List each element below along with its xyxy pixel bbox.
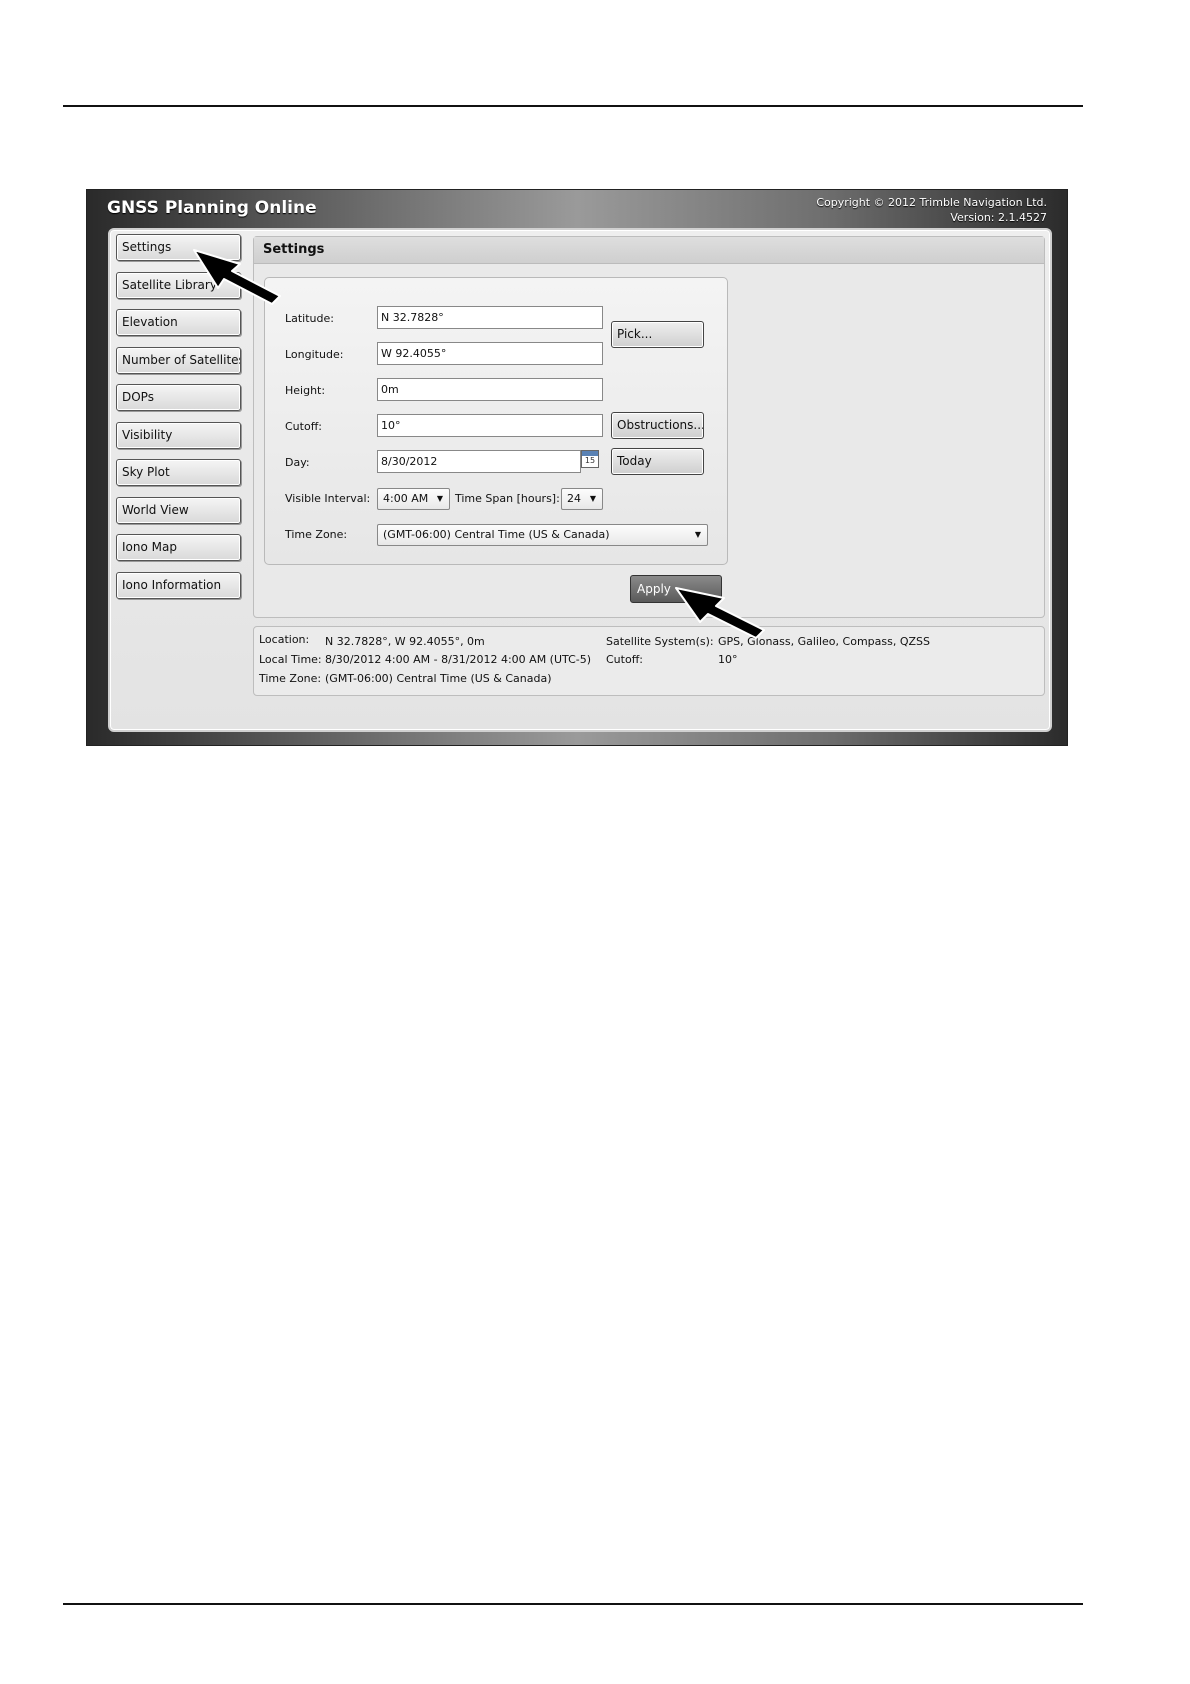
chevron-down-icon: ▼	[436, 494, 443, 503]
height-label: Height:	[285, 384, 326, 397]
latitude-input[interactable]	[377, 306, 603, 329]
summary-time-zone-label: Time Zone:	[259, 672, 322, 685]
visible-interval-label: Visible Interval:	[285, 492, 371, 505]
arrow-pointer-icon	[193, 249, 281, 305]
summary-location-label: Location:	[259, 633, 310, 646]
summary-cutoff-value: 10°	[718, 653, 738, 666]
sidebar-item-iono-map[interactable]: Iono Map	[116, 534, 241, 561]
obstructions-button[interactable]: Obstructions...	[611, 412, 704, 439]
time-span-select[interactable]: 24 ▼	[561, 488, 603, 510]
time-zone-label: Time Zone:	[285, 528, 348, 541]
summary-local-time-value: 8/30/2012 4:00 AM - 8/31/2012 4:00 AM (U…	[325, 653, 592, 666]
today-button[interactable]: Today	[611, 448, 704, 475]
app-title: GNSS Planning Online	[107, 198, 317, 218]
summary-location-value: N 32.7828°, W 92.4055°, 0m	[325, 635, 485, 648]
footer-rule	[63, 1603, 1083, 1605]
summary-local-time-label: Local Time:	[259, 653, 322, 666]
time-zone-value: (GMT-06:00) Central Time (US & Canada)	[383, 528, 610, 541]
latitude-label: Latitude:	[285, 312, 334, 325]
time-span-label: Time Span [hours]:	[455, 492, 560, 505]
settings-panel-title: Settings	[254, 237, 1044, 264]
sidebar-item-visibility[interactable]: Visibility	[116, 421, 241, 449]
sidebar-item-dops[interactable]: DOPs	[116, 384, 241, 411]
arrow-pointer-icon	[675, 587, 765, 639]
day-label: Day:	[285, 456, 310, 469]
sidebar-item-sky-plot[interactable]: Sky Plot	[116, 459, 241, 486]
longitude-label: Longitude:	[285, 348, 344, 361]
sidebar-item-elevation[interactable]: Elevation	[116, 309, 241, 336]
visible-interval-select[interactable]: 4:00 AM ▼	[377, 488, 450, 510]
time-zone-select[interactable]: (GMT-06:00) Central Time (US & Canada) ▼	[377, 524, 708, 546]
version-text: Version: 2.1.4527	[950, 211, 1047, 224]
copyright-text: Copyright © 2012 Trimble Navigation Ltd.	[816, 196, 1047, 209]
sidebar-item-number-of-satellites[interactable]: Number of Satellites	[116, 346, 241, 374]
cutoff-input[interactable]	[377, 414, 603, 437]
longitude-input[interactable]	[377, 342, 603, 365]
sidebar-item-world-view[interactable]: World View	[116, 496, 241, 524]
settings-panel: Settings Latitude: Longitude: Height: Cu…	[253, 236, 1045, 618]
visible-interval-value: 4:00 AM	[383, 492, 429, 505]
settings-form: Latitude: Longitude: Height: Cutoff: Day…	[264, 277, 728, 565]
sidebar-item-iono-information[interactable]: Iono Information	[116, 571, 241, 599]
calendar-icon[interactable]: 15	[581, 450, 599, 468]
cutoff-label: Cutoff:	[285, 420, 322, 433]
day-input[interactable]	[377, 450, 581, 473]
chevron-down-icon: ▼	[589, 494, 596, 503]
pick-button[interactable]: Pick...	[611, 321, 704, 348]
summary-cutoff-label: Cutoff:	[606, 653, 643, 666]
summary-time-zone-value: (GMT-06:00) Central Time (US & Canada)	[325, 672, 552, 685]
height-input[interactable]	[377, 378, 603, 401]
summary-panel: Location: N 32.7828°, W 92.4055°, 0m Loc…	[253, 626, 1045, 696]
header-rule	[63, 105, 1083, 107]
copyright-block: Copyright © 2012 Trimble Navigation Ltd.…	[816, 195, 1047, 225]
time-span-value: 24	[567, 492, 581, 505]
chevron-down-icon: ▼	[694, 530, 701, 539]
